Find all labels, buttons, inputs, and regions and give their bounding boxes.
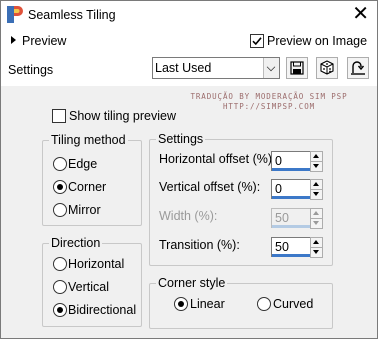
tiling-method-mirror-radio[interactable] — [53, 203, 67, 217]
vertical-offset-stepper[interactable]: 0 — [271, 179, 323, 200]
tiling-method-mirror-label: Mirror — [68, 203, 101, 217]
settings-group-title: Settings — [156, 132, 206, 146]
tiling-method-edge-radio[interactable] — [53, 157, 67, 171]
tiling-method-title: Tiling method — [49, 133, 128, 147]
title-bar: Seamless Tiling ✕ — [1, 1, 377, 29]
dialog-window: Seamless Tiling ✕ Preview Preview on Ima… — [0, 0, 378, 339]
direction-horizontal-label: Horizontal — [68, 257, 125, 271]
direction-bidirectional-radio[interactable] — [53, 303, 67, 317]
randomize-button[interactable] — [316, 57, 338, 79]
corner-style-linear-radio[interactable] — [174, 297, 188, 311]
decrement-icon[interactable] — [310, 189, 323, 200]
direction-bidirectional-label: Bidirectional — [68, 303, 137, 317]
decrement-icon — [310, 218, 323, 229]
show-tiling-preview-label: Show tiling preview — [69, 109, 176, 123]
direction-horizontal-radio[interactable] — [53, 257, 67, 271]
checkmark-icon — [252, 37, 262, 46]
reset-button[interactable] — [347, 57, 369, 79]
preview-on-image-label: Preview on Image — [267, 34, 368, 48]
save-icon — [290, 61, 304, 75]
chevron-down-icon[interactable] — [263, 58, 279, 78]
tiling-method-corner-label: Corner — [68, 180, 107, 194]
close-icon[interactable]: ✕ — [352, 3, 369, 25]
settings-label: Settings — [8, 63, 54, 77]
vertical-offset-value: 0 — [275, 182, 282, 196]
horizontal-offset-input[interactable]: 0 — [271, 151, 311, 171]
transition-input[interactable]: 50 — [271, 237, 311, 257]
direction-vertical-radio[interactable] — [53, 280, 67, 294]
direction-vertical-label: Vertical — [68, 280, 109, 294]
vertical-offset-label: Vertical offset (%): — [159, 180, 261, 194]
corner-style-curved-radio[interactable] — [257, 297, 271, 311]
watermark-line-1: TRADUÇÃO BY MODERAÇÃO SIM PSP — [190, 92, 348, 101]
preview-on-image-checkbox[interactable] — [250, 34, 264, 48]
tiling-method-corner-radio[interactable] — [53, 180, 67, 194]
save-preset-button[interactable] — [286, 57, 308, 79]
reset-icon — [351, 61, 365, 75]
direction-title: Direction — [49, 236, 103, 250]
corner-style-title: Corner style — [156, 276, 228, 290]
corner-style-linear-label: Linear — [190, 297, 225, 311]
preview-label: Preview — [22, 34, 67, 48]
tiling-method-edge-label: Edge — [68, 157, 98, 171]
decrement-icon[interactable] — [310, 161, 323, 172]
watermark-text: TRADUÇÃO BY MODERAÇÃO SIM PSP HTTP://SIM… — [179, 92, 359, 112]
window-title: Seamless Tiling — [28, 8, 116, 22]
vertical-offset-input[interactable]: 0 — [271, 179, 311, 199]
decrement-icon[interactable] — [310, 247, 323, 258]
watermark-line-2: HTTP://SIMPSP.COM — [222, 102, 316, 111]
show-tiling-preview-checkbox[interactable] — [52, 109, 66, 123]
corner-style-curved-label: Curved — [273, 297, 314, 311]
transition-value: 50 — [275, 240, 289, 254]
app-icon — [7, 6, 23, 23]
preview-expander[interactable]: Preview — [11, 34, 66, 48]
width-value: 50 — [275, 211, 289, 225]
width-input: 50 — [271, 208, 311, 228]
expand-arrow-icon — [11, 36, 16, 44]
width-label: Width (%): — [159, 209, 218, 223]
preset-dropdown[interactable]: Last Used — [152, 57, 280, 79]
horizontal-offset-value: 0 — [275, 154, 282, 168]
transition-stepper[interactable]: 50 — [271, 237, 323, 258]
dice-icon — [320, 60, 334, 75]
preset-value: Last Used — [155, 61, 212, 75]
transition-label: Transition (%): — [159, 238, 240, 252]
horizontal-offset-stepper[interactable]: 0 — [271, 151, 323, 172]
width-stepper: 50 — [271, 208, 323, 229]
horizontal-offset-label: Horizontal offset (%): — [159, 152, 276, 166]
